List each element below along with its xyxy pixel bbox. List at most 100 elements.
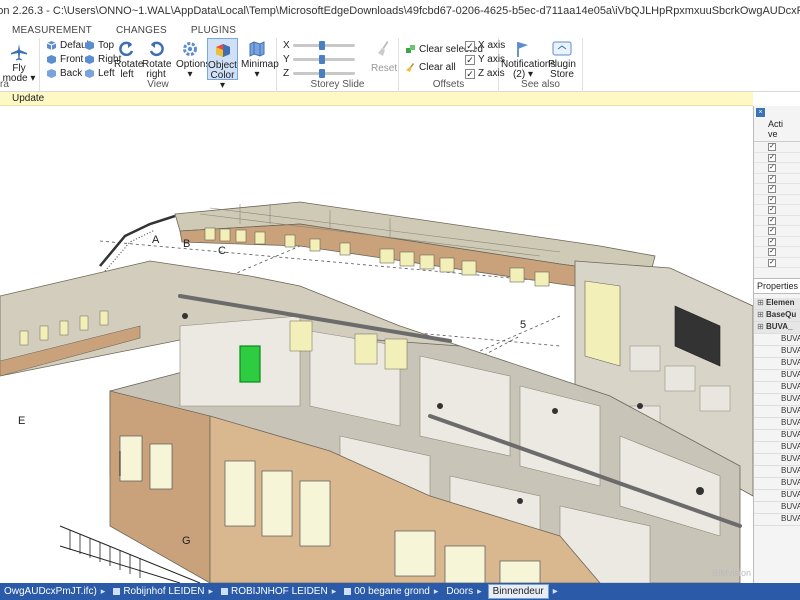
layer-row[interactable]: ✓ <box>754 258 800 268</box>
storey-slider-y[interactable]: Y <box>283 54 355 65</box>
property-row[interactable]: BUVA_ tikelnu <box>754 394 800 406</box>
z-axis-check[interactable]: ✓ <box>465 68 475 79</box>
storey-slider-z[interactable]: Z <box>283 67 355 79</box>
back-view-button[interactable]: Back <box>46 68 82 79</box>
options-button[interactable]: Options ▾ <box>176 40 210 80</box>
layer-row[interactable]: ✓ <box>754 184 800 195</box>
top-view-button[interactable]: Top <box>84 40 114 51</box>
breadcrumb-file[interactable]: OwgAUDcxPmJT.ifc) ▸ <box>0 583 109 600</box>
property-label: BUVA_ <box>781 514 800 523</box>
property-row[interactable]: BUVA_ tal <box>754 430 800 442</box>
update-label[interactable]: Update <box>12 93 44 104</box>
layer-active-checkbox[interactable]: ✓ <box>768 227 776 235</box>
property-row[interactable]: BUVA_ <box>754 334 800 346</box>
breadcrumb-active[interactable]: Binnendeur <box>487 584 549 599</box>
panel-close-icon[interactable]: × <box>756 108 765 117</box>
layer-row[interactable]: ✓ <box>754 216 800 226</box>
object-color-button[interactable]: Object Color ▾ <box>207 38 238 91</box>
layer-row[interactable]: ✓ <box>754 142 800 153</box>
property-group-header[interactable]: ⊞ BaseQu <box>754 310 800 322</box>
layer-active-checkbox[interactable]: ✓ <box>768 164 776 172</box>
left-label: Left <box>98 68 115 79</box>
left-view-button[interactable]: Left <box>84 68 115 79</box>
crumb-active-label: Binnendeur <box>492 586 544 597</box>
layer-active-checkbox[interactable]: ✓ <box>768 143 776 151</box>
crumb-project-label: Robijnhof LEIDEN <box>123 586 205 597</box>
slider-track-y[interactable] <box>293 54 355 64</box>
camera-group-label: ra <box>0 79 9 90</box>
property-row[interactable]: BUVA_ <box>754 502 800 514</box>
property-row[interactable]: BUVA_ nheid <box>754 358 800 370</box>
breadcrumb-project[interactable]: Robijnhof LEIDEN ▸ <box>109 583 217 600</box>
reset-button[interactable]: Reset <box>371 40 397 74</box>
properties-list: ⊞Elemen⊞BaseQu⊞BUVA_BUVA_BUVA_ tikelnuBU… <box>754 298 800 526</box>
expand-icon[interactable]: ⊞ <box>757 322 764 331</box>
property-row[interactable]: BUVA_ nheid <box>754 406 800 418</box>
layer-active-checkbox[interactable]: ✓ <box>768 185 776 193</box>
storey-slider-x[interactable]: X <box>283 40 355 51</box>
property-row[interactable]: BUVA_ <box>754 442 800 454</box>
notifications-button[interactable]: Notifications (2) ▾ <box>501 40 555 80</box>
slider-track-z[interactable] <box>293 68 355 78</box>
property-row[interactable]: BUVA_ kelnum <box>754 454 800 466</box>
slider-thumb-z[interactable] <box>319 68 325 78</box>
layer-row[interactable]: ✓ <box>754 195 800 205</box>
layer-active-checkbox[interactable]: ✓ <box>768 153 776 162</box>
slider-track-x[interactable] <box>293 40 355 50</box>
tab-changes[interactable]: CHANGES <box>104 25 179 36</box>
property-row[interactable]: BUVA_ heid <box>754 466 800 478</box>
property-group-header[interactable]: ⊞ BUVA_ <box>754 322 800 334</box>
property-row[interactable]: BUVA_ schrijv <box>754 478 800 490</box>
slider-thumb-y[interactable] <box>319 54 325 64</box>
tab-measurement[interactable]: MEASUREMENT <box>0 25 104 36</box>
crumb-storey-label: 00 begane grond <box>354 586 430 597</box>
update-bar[interactable]: Update <box>0 92 753 106</box>
building-model[interactable]: A B C E G 5 BIMvision <box>0 106 753 583</box>
fly-mode-button[interactable]: Fly mode ▾ <box>0 42 38 84</box>
layer-active-checkbox[interactable]: ✓ <box>768 195 776 204</box>
x-axis-check[interactable]: ✓ <box>465 40 475 51</box>
layer-active-checkbox[interactable]: ✓ <box>768 174 776 183</box>
layer-active-checkbox[interactable]: ✓ <box>768 248 776 256</box>
property-row[interactable]: BUVA_ <box>754 514 800 526</box>
rotate-right-button[interactable]: Rotate right <box>142 40 171 80</box>
layer-row[interactable]: ✓ <box>754 226 800 237</box>
layer-row[interactable]: ✓ <box>754 247 800 258</box>
layer-row[interactable]: ✓ <box>754 163 800 174</box>
breadcrumb-site[interactable]: ROBIJNHOF LEIDEN ▸ <box>217 583 340 600</box>
expand-icon[interactable]: ⊞ <box>757 310 764 319</box>
tab-properties[interactable]: Properties <box>754 279 800 293</box>
property-label: BUVA_ tal <box>781 430 800 439</box>
layer-row[interactable]: ✓ <box>754 205 800 216</box>
z-axis-label: Z <box>283 67 290 79</box>
layer-row[interactable]: ✓ <box>754 153 800 163</box>
layer-active-checkbox[interactable]: ✓ <box>768 258 776 267</box>
tab-plugins[interactable]: PLUGINS <box>179 25 248 36</box>
rotate-left-button[interactable]: Rotate left <box>114 40 143 80</box>
see-also-group-label: See also <box>521 79 560 90</box>
selected-door[interactable] <box>239 345 261 383</box>
y-axis-check[interactable]: ✓ <box>465 54 475 65</box>
plugin-store-button[interactable]: Plugin Store <box>547 40 577 80</box>
property-group-header[interactable]: ⊞ Elemen <box>754 298 800 310</box>
3d-viewport[interactable]: A B C E G 5 BIMvision <box>0 106 753 583</box>
property-row[interactable]: BUVA_ ntal <box>754 382 800 394</box>
minimap-button[interactable]: Minimap ▾ <box>241 40 279 80</box>
clear-all-button[interactable]: Clear all <box>405 62 456 73</box>
front-view-button[interactable]: Front <box>46 54 83 65</box>
breadcrumb-type[interactable]: Doors ▸ <box>442 583 485 600</box>
slider-thumb-x[interactable] <box>319 40 325 50</box>
expand-icon[interactable]: ⊞ <box>757 298 764 307</box>
property-row[interactable]: BUVA_ tikelnu <box>754 346 800 358</box>
layer-active-checkbox[interactable]: ✓ <box>768 216 776 225</box>
layer-active-checkbox[interactable]: ✓ <box>768 237 776 246</box>
property-row[interactable]: BUVA_ mschrij <box>754 418 800 430</box>
property-row[interactable]: BUVA_ mschrij <box>754 370 800 382</box>
cube-right-icon <box>85 55 94 64</box>
layer-row[interactable]: ✓ <box>754 237 800 247</box>
view-group: Default Front Back Top Right Left Rotate… <box>40 38 279 92</box>
breadcrumb-storey[interactable]: 00 begane grond ▸ <box>340 583 442 600</box>
property-row[interactable]: BUVA_ l <box>754 490 800 502</box>
layer-active-checkbox[interactable]: ✓ <box>768 206 776 214</box>
layer-row[interactable]: ✓ <box>754 174 800 184</box>
